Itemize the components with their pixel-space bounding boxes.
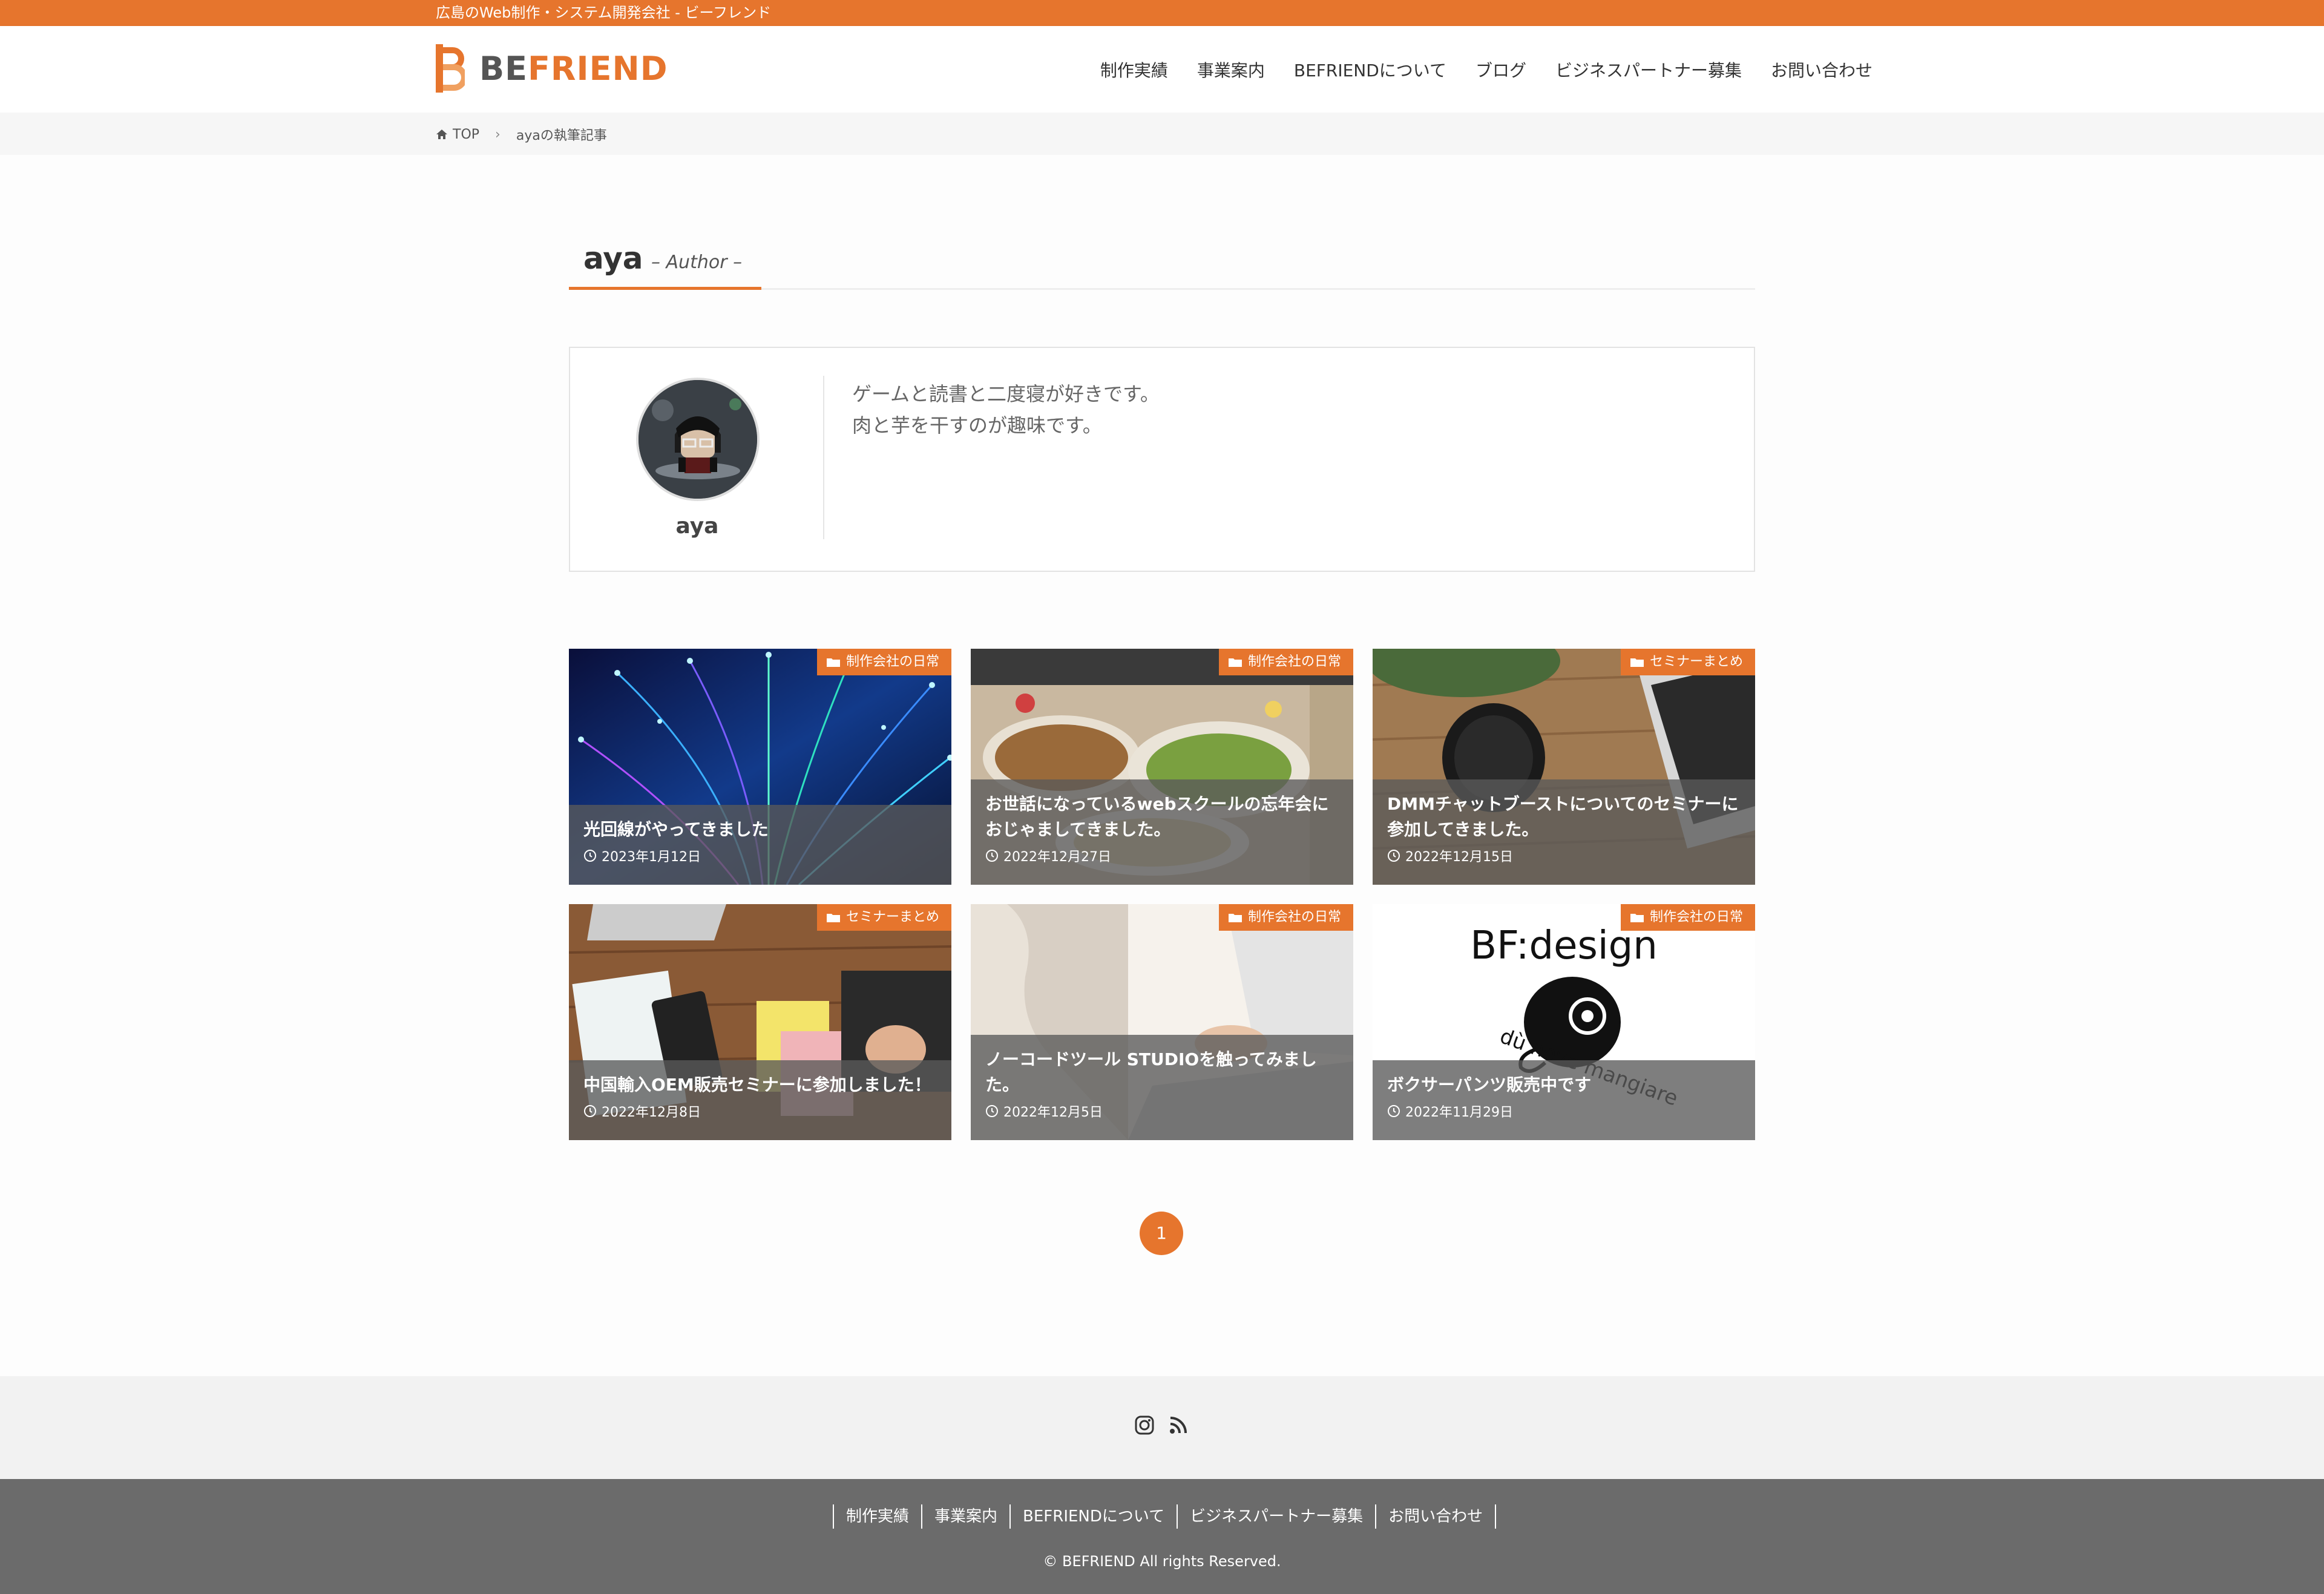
folder-icon bbox=[1630, 658, 1644, 667]
clock-icon bbox=[986, 850, 998, 862]
main-nav: 制作実績 事業案内 BEFRIENDについて ブログ ビジネスパートナー募集 お… bbox=[1100, 60, 1873, 82]
clock-icon bbox=[584, 1105, 596, 1117]
post-date: 2022年12月15日 bbox=[1387, 846, 1742, 865]
logo-b-icon bbox=[436, 44, 465, 93]
post-card[interactable]: セミナーまとめ 中国輸入OEM販売セミナーに参加しました！ 2022年12月8日 bbox=[569, 904, 951, 1140]
footer-nav-services[interactable]: 事業案内 bbox=[921, 1504, 1009, 1529]
clock-icon bbox=[986, 1105, 998, 1117]
site-footer: 制作実績 事業案内 BEFRIENDについて ビジネスパートナー募集 お問い合わ… bbox=[0, 1479, 2324, 1594]
post-title[interactable]: 中国輸入OEM販売セミナーに参加しました！ bbox=[583, 1072, 938, 1098]
post-overlay: ノーコードツール STUDIOを触ってみました。 2022年12月5日 bbox=[971, 1035, 1353, 1140]
bio-line: 肉と芋を干すのが趣味です。 bbox=[852, 414, 1102, 437]
post-date: 2022年12月5日 bbox=[985, 1101, 1340, 1121]
post-title[interactable]: ボクサーパンツ販売中です bbox=[1387, 1072, 1742, 1098]
pagination-current-page[interactable]: 1 bbox=[1140, 1212, 1183, 1255]
footer-nav-works[interactable]: 制作実績 bbox=[833, 1504, 921, 1529]
folder-icon bbox=[1630, 914, 1644, 922]
post-overlay: お世話になっているwebスクールの忘年会におじゃましてきました。 2022年12… bbox=[971, 779, 1353, 885]
post-title[interactable]: DMMチャットブーストについてのセミナーに参加してきました。 bbox=[1387, 792, 1742, 842]
nav-contact[interactable]: お問い合わせ bbox=[1771, 60, 1873, 82]
author-name: aya bbox=[675, 514, 719, 539]
folder-icon bbox=[1228, 658, 1242, 667]
page-subtitle: – Author – bbox=[651, 252, 743, 273]
post-date: 2022年12月27日 bbox=[985, 846, 1340, 865]
footer-social-area bbox=[0, 1376, 2324, 1479]
breadcrumb: TOP › ayaの執筆記事 bbox=[0, 113, 2324, 155]
instagram-icon[interactable] bbox=[1134, 1415, 1155, 1435]
page-title-block: aya – Author – bbox=[569, 237, 1755, 290]
post-overlay: 中国輸入OEM販売セミナーに参加しました！ 2022年12月8日 bbox=[569, 1060, 951, 1140]
post-card[interactable]: BF:design dù nove mangiare 制作会社の日常 ボクサーパ… bbox=[1373, 904, 1755, 1140]
post-overlay: DMMチャットブーストについてのセミナーに参加してきました。 2022年12月1… bbox=[1373, 779, 1755, 885]
post-date: 2022年12月8日 bbox=[583, 1101, 938, 1121]
folder-icon bbox=[1228, 914, 1242, 922]
category-badge[interactable]: セミナーまとめ bbox=[1620, 649, 1755, 675]
breadcrumb-current: ayaの執筆記事 bbox=[516, 128, 607, 143]
chevron-right-icon: › bbox=[495, 126, 501, 142]
home-icon bbox=[436, 130, 447, 139]
footer-nav-partner[interactable]: ビジネスパートナー募集 bbox=[1177, 1504, 1375, 1529]
profile-divider bbox=[823, 376, 824, 539]
page-title: aya bbox=[583, 241, 643, 276]
clock-icon bbox=[1388, 1105, 1400, 1117]
copyright: © BEFRIEND All rights Reserved. bbox=[1043, 1553, 1281, 1570]
bio-line: ゲームと読書と二度寝が好きです。 bbox=[852, 382, 1160, 405]
post-title[interactable]: ノーコードツール STUDIOを触ってみました。 bbox=[985, 1047, 1340, 1098]
site-header: BEFRIEND 制作実績 事業案内 BEFRIENDについて ブログ ビジネス… bbox=[0, 26, 2324, 113]
author-bio: ゲームと読書と二度寝が好きです。 肉と芋を干すのが趣味です。 bbox=[852, 378, 1160, 441]
nav-about[interactable]: BEFRIENDについて bbox=[1294, 60, 1446, 82]
clock-icon bbox=[1388, 850, 1400, 862]
folder-icon bbox=[826, 914, 840, 922]
post-card[interactable]: 制作会社の日常 ノーコードツール STUDIOを触ってみました。 2022年12… bbox=[971, 904, 1353, 1140]
top-bar: 広島のWeb制作・システム開発会社 - ビーフレンド bbox=[0, 0, 2324, 26]
author-profile: aya ゲームと読書と二度寝が好きです。 肉と芋を干すのが趣味です。 bbox=[569, 347, 1755, 572]
post-date: 2023年1月12日 bbox=[583, 846, 938, 865]
post-card[interactable]: 制作会社の日常 お世話になっているwebスクールの忘年会におじゃましてきました。… bbox=[971, 649, 1353, 885]
site-tagline: 広島のWeb制作・システム開発会社 - ビーフレンド bbox=[436, 4, 772, 21]
post-overlay: 光回線がやってきました 2023年1月12日 bbox=[569, 805, 951, 885]
breadcrumb-home[interactable]: TOP bbox=[453, 127, 479, 142]
title-accent-line bbox=[569, 287, 761, 290]
clock-icon bbox=[584, 850, 596, 862]
logo-text: BEFRIEND bbox=[479, 49, 668, 88]
footer-nav-about[interactable]: BEFRIENDについて bbox=[1009, 1504, 1177, 1529]
post-date: 2022年11月29日 bbox=[1387, 1101, 1742, 1121]
post-card[interactable]: セミナーまとめ DMMチャットブーストについてのセミナーに参加してきました。 2… bbox=[1373, 649, 1755, 885]
folder-icon bbox=[826, 658, 840, 667]
post-overlay: ボクサーパンツ販売中です 2022年11月29日 bbox=[1373, 1060, 1755, 1140]
avatar bbox=[636, 378, 760, 501]
site-logo[interactable]: BEFRIEND bbox=[436, 44, 668, 93]
category-badge[interactable]: セミナーまとめ bbox=[816, 904, 951, 931]
category-badge[interactable]: 制作会社の日常 bbox=[1218, 904, 1353, 931]
category-badge[interactable]: 制作会社の日常 bbox=[816, 649, 951, 675]
nav-services[interactable]: 事業案内 bbox=[1197, 60, 1265, 82]
post-card[interactable]: 制作会社の日常 光回線がやってきました 2023年1月12日 bbox=[569, 649, 951, 885]
nav-works[interactable]: 制作実績 bbox=[1100, 60, 1168, 82]
rss-icon[interactable] bbox=[1168, 1415, 1189, 1435]
category-badge[interactable]: 制作会社の日常 bbox=[1218, 649, 1353, 675]
category-badge[interactable]: 制作会社の日常 bbox=[1620, 904, 1755, 931]
post-title[interactable]: 光回線がやってきました bbox=[583, 817, 938, 842]
post-title[interactable]: お世話になっているwebスクールの忘年会におじゃましてきました。 bbox=[985, 792, 1340, 842]
footer-nav: 制作実績 事業案内 BEFRIENDについて ビジネスパートナー募集 お問い合わ… bbox=[833, 1504, 1497, 1529]
footer-nav-contact[interactable]: お問い合わせ bbox=[1375, 1504, 1497, 1529]
nav-partner[interactable]: ビジネスパートナー募集 bbox=[1555, 60, 1742, 82]
nav-blog[interactable]: ブログ bbox=[1475, 60, 1526, 82]
